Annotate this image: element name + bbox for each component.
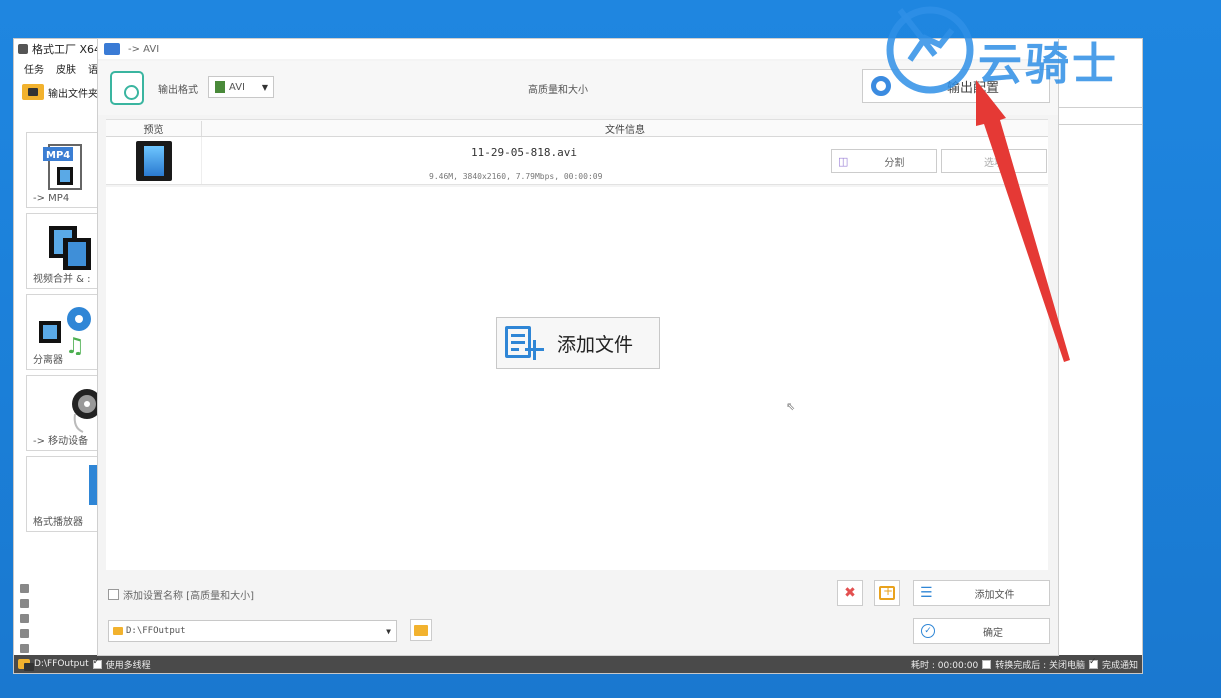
sidebar-item-mp4[interactable]: MP4 -> MP4 bbox=[26, 132, 106, 208]
check-circle-icon: ✓ bbox=[921, 624, 935, 638]
svg-text:♫: ♫ bbox=[65, 334, 85, 355]
ok-button[interactable]: ✓ 确定 bbox=[913, 618, 1050, 644]
sidebar-item-label: 格式播放器 bbox=[33, 517, 83, 528]
multithread-checkbox[interactable] bbox=[92, 657, 102, 669]
split-button[interactable]: ◫ 分割 bbox=[831, 149, 937, 173]
output-folder-label: 输出文件夹 bbox=[48, 88, 98, 100]
sidebar-item-label: 视频合并 & : bbox=[33, 274, 91, 285]
misc-icon[interactable] bbox=[20, 584, 29, 593]
notify-checkbox[interactable] bbox=[1088, 657, 1098, 669]
output-path-select[interactable]: D:\FFOutput ▼ bbox=[108, 620, 397, 642]
add-file-large-label: 添加文件 bbox=[557, 333, 634, 356]
left-bottom-icons bbox=[20, 584, 30, 659]
sidebar-item-mobile[interactable]: -> 移动设备 bbox=[26, 375, 106, 451]
main-menubar: 任务 皮肤 语 bbox=[14, 59, 98, 77]
output-format-label: 输出格式 bbox=[158, 85, 198, 96]
folder-icon bbox=[113, 627, 123, 635]
menu-skin[interactable]: 皮肤 bbox=[56, 61, 76, 76]
add-folder-button[interactable] bbox=[874, 580, 900, 606]
file-name: 11-29-05-818.avi bbox=[471, 146, 577, 159]
column-file-info: 文件信息 bbox=[605, 124, 645, 136]
sidebar-item-video-merge[interactable]: 视频合并 & : bbox=[26, 213, 106, 289]
status-bar: D:\FFOutput 使用多线程 耗时 : 00:00:00 转换完成后 : … bbox=[14, 655, 1142, 673]
name-setting-checkbox[interactable] bbox=[108, 589, 119, 600]
ok-label: 确定 bbox=[983, 627, 1003, 639]
menu-task[interactable]: 任务 bbox=[24, 61, 44, 76]
misc-icon[interactable] bbox=[20, 599, 29, 608]
browse-folder-button[interactable] bbox=[410, 619, 432, 641]
file-table: 预览 文件信息 11-29-05-818.avi 9.46M, 3840x216… bbox=[106, 119, 1048, 185]
column-preview: 预览 bbox=[106, 120, 202, 136]
multithread-label: 使用多线程 bbox=[105, 660, 151, 671]
preview-cell bbox=[106, 137, 202, 184]
name-setting-label: 添加设置名称 [高质量和大小] bbox=[123, 591, 254, 602]
misc-icon[interactable] bbox=[20, 629, 29, 638]
folder-icon bbox=[414, 624, 428, 636]
svg-text:MP4: MP4 bbox=[46, 150, 70, 161]
folder-icon bbox=[18, 659, 34, 671]
avi-format-icon bbox=[215, 81, 225, 93]
file-meta: 9.46M, 3840x2160, 7.79Mbps, 00:00:09 bbox=[429, 172, 603, 181]
dialog-title: -> AVI bbox=[128, 43, 160, 55]
output-folder-icon bbox=[22, 84, 44, 100]
avi-output-dialog: -> AVI 输出格式 AVI ▼ 高质量和大小 输出配置 预览 文件信息 11… bbox=[97, 38, 1059, 656]
format-value: AVI bbox=[229, 81, 245, 93]
mp4-file-icon: MP4 bbox=[41, 141, 89, 197]
video-thumbnail-icon bbox=[135, 140, 172, 181]
name-setting-checkbox-row[interactable]: 添加设置名称 [高质量和大小] bbox=[108, 587, 254, 602]
quality-preset-label: 高质量和大小 bbox=[528, 85, 588, 96]
elapsed-time: 耗时 : 00:00:00 bbox=[911, 660, 979, 671]
split-icon: ◫ bbox=[838, 154, 849, 168]
sidebar-item-label: -> 移动设备 bbox=[33, 436, 89, 447]
after-convert-checkbox[interactable] bbox=[982, 659, 992, 669]
chevron-down-icon: ▼ bbox=[386, 626, 391, 636]
output-folder-toolbar-button[interactable]: 输出文件夹 bbox=[22, 81, 98, 103]
add-file-button[interactable]: ☰ 添加文件 bbox=[913, 580, 1050, 606]
misc-icon[interactable] bbox=[20, 644, 29, 653]
output-format-select[interactable]: AVI ▼ bbox=[208, 76, 274, 98]
add-file-large-button[interactable]: 添加文件 bbox=[496, 317, 660, 369]
add-file-label: 添加文件 bbox=[974, 589, 1015, 601]
sidebar-item-label: -> MP4 bbox=[33, 193, 70, 204]
add-folder-icon bbox=[879, 584, 895, 600]
dialog-footer: 添加设置名称 [高质量和大小] D:\FFOutput ▼ ✖ ☰ 添加文件 ✓… bbox=[98, 575, 1058, 655]
mouse-cursor-icon: ⇖ bbox=[786, 400, 796, 413]
red-arrow-annotation-icon bbox=[976, 80, 1070, 362]
app-icon bbox=[18, 44, 28, 54]
chevron-down-icon: ▼ bbox=[261, 82, 268, 92]
file-drop-area[interactable]: 添加文件 ⇖ bbox=[106, 187, 1048, 570]
output-path-value: D:\FFOutput bbox=[126, 626, 186, 636]
table-header: 预览 文件信息 bbox=[106, 119, 1048, 137]
table-row[interactable]: 11-29-05-818.avi 9.46M, 3840x2160, 7.79M… bbox=[106, 137, 1048, 185]
after-convert-label: 转换完成后 : 关闭电脑 bbox=[995, 660, 1085, 671]
sidebar-item-label: 分离器 bbox=[33, 355, 63, 366]
status-output-path[interactable]: D:\FFOutput bbox=[34, 659, 89, 669]
format-settings-icon bbox=[110, 71, 144, 105]
add-file-icon: ☰ bbox=[920, 585, 933, 601]
sidebar-item-splitter[interactable]: ♫ 分离器 bbox=[26, 294, 106, 370]
misc-icon[interactable] bbox=[20, 614, 29, 623]
add-file-icon bbox=[503, 324, 544, 362]
function-sidebar: MP4 -> MP4 视频合并 & : ♫ 分离器 -> 移动设备 格式播放器 bbox=[26, 132, 106, 537]
sidebar-item-player[interactable]: 格式播放器 bbox=[26, 456, 106, 532]
delete-file-icon: ✖ bbox=[844, 585, 856, 601]
split-label: 分割 bbox=[884, 157, 905, 169]
app-logo-icon bbox=[104, 43, 120, 55]
notify-label: 完成通知 bbox=[1101, 660, 1138, 671]
clear-list-button[interactable]: ✖ bbox=[837, 580, 863, 606]
